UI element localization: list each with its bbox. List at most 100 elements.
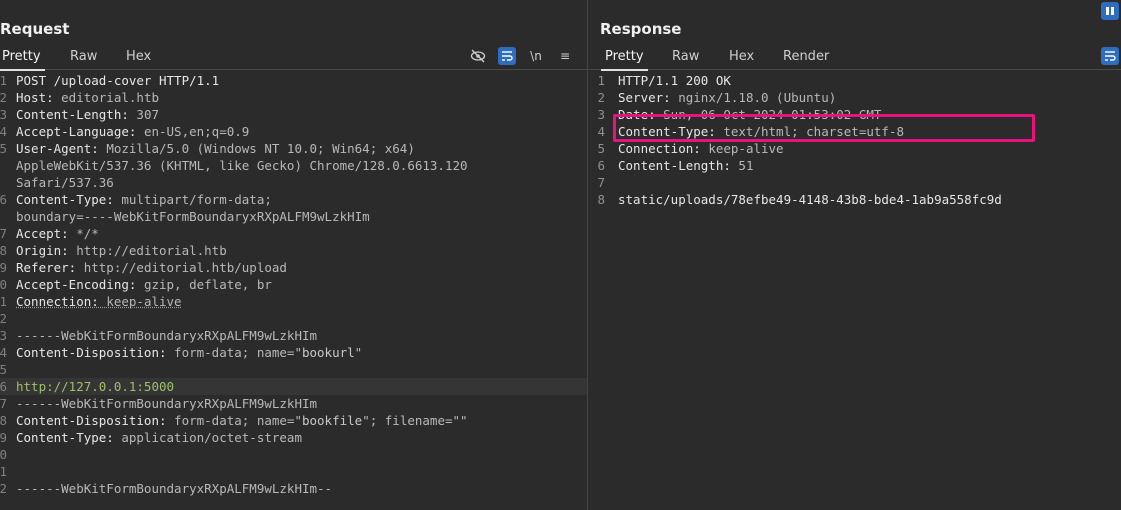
request-line[interactable]: 9 Content-Type: application/octet-stream [0,429,587,446]
request-line[interactable]: 6 http://127.0.0.1:5000 [0,378,587,395]
line-code: ------WebKitFormBoundaryxRXpALFM9wLzkHIm… [16,480,332,497]
code-token: ------WebKitFormBoundaryxRXpALFM9wLzkHIm [16,328,318,343]
request-line[interactable]: boundary=----WebKitFormBoundaryxRXpALFM9… [0,208,587,225]
request-editor[interactable]: 1 POST /upload-cover HTTP/1.1 2 Host: edito… [0,72,587,510]
wrap-toggle-button[interactable] [498,47,516,65]
response-line[interactable]: 2 Server: nginx/1.18.0 (Ubuntu) [588,89,1121,106]
newline-toggle-button[interactable]: \n [527,47,545,65]
line-code: boundary=----WebKitFormBoundaryxRXpALFM9… [16,208,370,225]
line-number: 9 [0,260,7,275]
line-number: 5 [597,141,605,156]
response-editor[interactable]: 1 HTTP/1.1 200 OK 2 Server: nginx/1.18.0 (U… [588,72,1121,510]
code-token: Accept-Language: [16,124,144,139]
code-token: Content-Type: [618,124,724,139]
line-number: 4 [597,124,605,139]
line-number: 8 [597,192,605,207]
code-token: Accept-Encoding: [16,277,144,292]
response-line[interactable]: 4 Content-Type: text/html; charset=utf-8 [588,123,1121,140]
request-line[interactable]: 4 Accept-Language: en-US,en;q=0.9 [0,123,587,140]
code-token: Sun, 06 Oct 2024 01:53:02 GMT [663,107,882,122]
line-number: 1 [0,73,7,88]
request-line[interactable]: 1 POST /upload-cover HTTP/1.1 [0,72,587,89]
line-number: 1 [597,73,605,88]
pause-icon[interactable] [1101,2,1119,20]
request-tab-hex[interactable]: Hex [126,49,151,64]
code-token: form-data; name=" [174,345,302,360]
request-line[interactable]: 2 [0,310,587,327]
line-number: 4 [0,345,7,360]
response-tab-raw[interactable]: Raw [672,49,699,64]
line-number: 8 [0,413,7,428]
code-token: nginx/1.18.0 (Ubuntu) [678,90,837,105]
request-line[interactable]: 3 Content-Length: 307 [0,106,587,123]
code-token: */* [76,226,99,241]
code-token: Content-Length: [16,107,137,122]
line-number: 3 [0,328,7,343]
line-number: 6 [0,192,7,207]
code-token: ------WebKitFormBoundaryxRXpALFM9wLzkHIm… [16,481,333,496]
request-tab-pretty[interactable]: Pretty [0,49,45,71]
line-code: Host: editorial.htb [16,89,159,106]
response-tabs: Pretty Raw Hex Render [588,44,1121,71]
request-line[interactable]: 1 Connection: keep-alive [0,293,587,310]
request-line[interactable]: 2 ------WebKitFormBoundaryxRXpALFM9wLzkHI… [0,480,587,497]
line-code: Date: Sun, 06 Oct 2024 01:53:02 GMT [618,106,881,123]
request-tab-raw[interactable]: Raw [70,49,97,64]
response-line[interactable]: 6 Content-Length: 51 [588,157,1121,174]
request-line[interactable]: 0 Accept-Encoding: gzip, deflate, br [0,276,587,293]
code-token: multipart/form-data; [121,192,272,207]
code-token: keep-alive [106,294,182,309]
code-token: boundary=----WebKitFormBoundaryxRXpALFM9… [16,209,370,224]
response-line[interactable]: 8 static/uploads/78efbe49-4148-43b8-bde4-… [588,191,1121,208]
response-line[interactable]: 3 Date: Sun, 06 Oct 2024 01:53:02 GMT [588,106,1121,123]
request-line[interactable]: 4 Content-Disposition: form-data; name="b… [0,344,587,361]
line-code: Content-Length: 307 [16,106,159,123]
code-token: 307 [136,107,159,122]
line-code: ------WebKitFormBoundaryxRXpALFM9wLzkHIm [16,395,317,412]
line-code: ------WebKitFormBoundaryxRXpALFM9wLzkHIm [16,327,317,344]
request-line[interactable]: 8 Origin: http://editorial.htb [0,242,587,259]
eye-slash-icon [470,49,486,63]
line-code: static/uploads/78efbe49-4148-43b8-bde4-1… [618,191,1002,208]
line-code: Content-Type: application/octet-stream [16,429,302,446]
response-wrap-toggle-button[interactable] [1101,47,1119,65]
code-token: bookfile [301,413,363,428]
line-number: 3 [0,107,7,122]
line-code: http://127.0.0.1:5000 [16,378,174,395]
request-line[interactable]: Safari/537.36 [0,174,587,191]
menu-icon[interactable]: ≡ [556,47,574,65]
response-line[interactable]: 1 HTTP/1.1 200 OK [588,72,1121,89]
request-line[interactable]: 2 Host: editorial.htb [0,89,587,106]
line-number: 2 [0,481,7,496]
request-line[interactable]: 3 ------WebKitFormBoundaryxRXpALFM9wLzkHI… [0,327,587,344]
line-code: Connection: keep-alive [618,140,784,157]
response-line[interactable]: 5 Connection: keep-alive [588,140,1121,157]
line-number: 3 [597,107,605,122]
request-line[interactable]: 7 ------WebKitFormBoundaryxRXpALFM9wLzkHI… [0,395,587,412]
code-token: Content-Type: [16,430,122,445]
response-pane: Response Pretty Raw Hex Render 1 HTTP/1.1… [588,0,1121,510]
response-tab-pretty[interactable]: Pretty [601,49,648,71]
request-title: Request [0,20,70,38]
request-line[interactable]: 1 [0,463,587,480]
code-token: Server: [618,90,679,105]
code-token: form-data; name=" [174,413,302,428]
request-pane: Request Pretty Raw Hex \n ≡ 1 POST /uploa… [0,0,587,510]
code-token: Referer: [16,260,84,275]
code-token: Origin: [16,243,77,258]
request-line[interactable]: 5 [0,361,587,378]
line-code: Safari/537.36 [16,174,114,191]
request-line[interactable]: 5 User-Agent: Mozilla/5.0 (Windows NT 10.… [0,140,587,157]
request-line[interactable]: 8 Content-Disposition: form-data; name="b… [0,412,587,429]
request-line[interactable]: 6 Content-Type: multipart/form-data; [0,191,587,208]
hide-eye-slash-icon[interactable] [469,47,487,65]
request-line[interactable]: 0 [0,446,587,463]
response-line[interactable]: 7 [588,174,1121,191]
request-line[interactable]: 7 Accept: */* [0,225,587,242]
response-tab-render[interactable]: Render [783,49,829,64]
code-token: Mozilla/5.0 (Windows NT 10.0; Win64; x64… [106,141,415,156]
wrap-icon [1105,51,1116,61]
response-tab-hex[interactable]: Hex [729,49,754,64]
request-line[interactable]: AppleWebKit/537.36 (KHTML, like Gecko) C… [0,157,587,174]
request-line[interactable]: 9 Referer: http://editorial.htb/upload [0,259,587,276]
